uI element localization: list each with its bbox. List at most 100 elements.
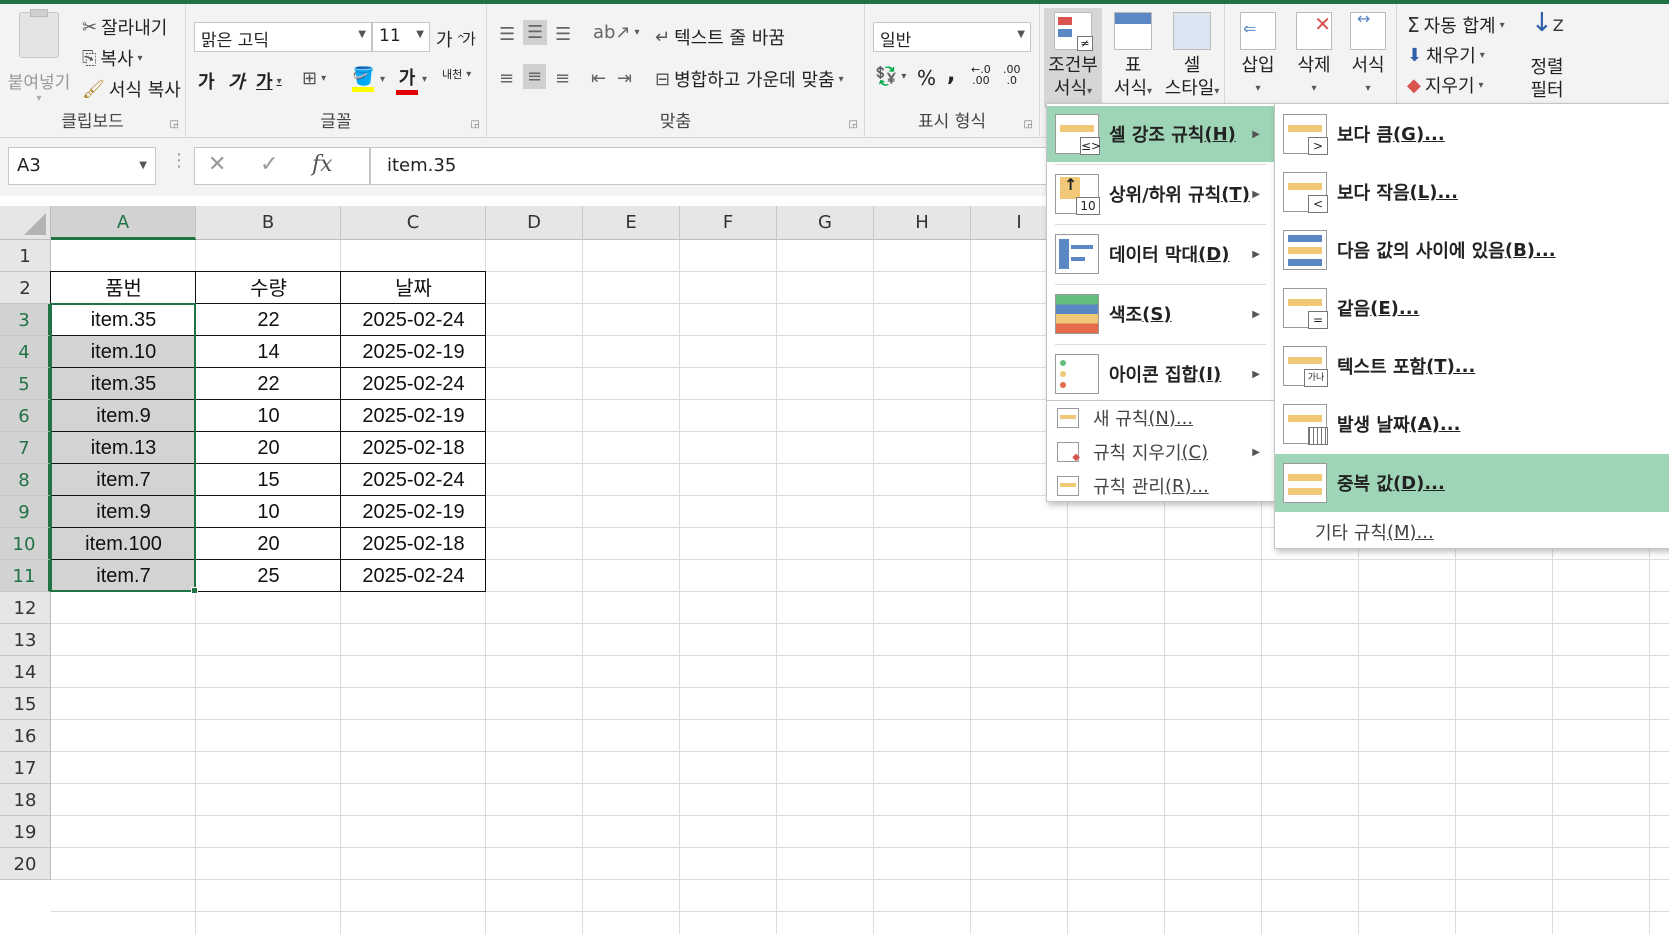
increase-decimal-button[interactable]: ←.0.00 bbox=[971, 64, 991, 86]
row-header-6[interactable]: 6 bbox=[0, 400, 51, 432]
table-cell[interactable]: item.7 bbox=[51, 464, 196, 496]
row-header-13[interactable]: 13 bbox=[0, 624, 51, 656]
shrink-font-button[interactable]: 가 bbox=[462, 28, 476, 49]
menu-item-greater-than[interactable]: > 보다 큼 (G)... bbox=[1275, 106, 1669, 162]
conditional-formatting-button[interactable]: ≠ 조건부 서식▾ bbox=[1044, 8, 1102, 108]
row-header-4[interactable]: 4 bbox=[0, 336, 51, 368]
row-header-3[interactable]: 3 bbox=[0, 304, 51, 336]
table-cell[interactable]: item.35 bbox=[51, 304, 196, 336]
fx-icon[interactable]: fx bbox=[312, 152, 333, 177]
table-cell[interactable]: 2025-02-19 bbox=[341, 400, 486, 432]
row-header-7[interactable]: 7 bbox=[0, 432, 51, 464]
more-options-icon[interactable]: ⋮ bbox=[170, 150, 188, 171]
row-header-2[interactable]: 2 bbox=[0, 272, 51, 304]
alignment-launcher-icon[interactable]: ◲ bbox=[849, 119, 858, 130]
row-header-5[interactable]: 5 bbox=[0, 368, 51, 400]
align-right-button[interactable]: ≡ bbox=[555, 68, 570, 89]
table-cell[interactable]: item.13 bbox=[51, 432, 196, 464]
clipboard-launcher-icon[interactable]: ◲ bbox=[170, 119, 179, 130]
column-header-c[interactable]: C bbox=[341, 206, 486, 240]
menu-item-highlight-cells-rules[interactable]: ≤> 셀 강조 규칙 (H) ▶ bbox=[1047, 106, 1274, 162]
decrease-decimal-button[interactable]: .00.0 bbox=[1003, 64, 1021, 86]
font-size-select[interactable]: 11 ▼ bbox=[372, 22, 430, 52]
check-icon[interactable]: ✓ bbox=[260, 152, 278, 177]
table-cell[interactable]: item.7 bbox=[51, 560, 196, 592]
column-header-e[interactable]: E bbox=[583, 206, 680, 240]
menu-item-less-than[interactable]: < 보다 작음 (L)... bbox=[1275, 164, 1669, 220]
table-cell[interactable]: 2025-02-24 bbox=[341, 304, 486, 336]
fill-button[interactable]: ⬇ 채우기 ▾ bbox=[1407, 42, 1485, 68]
table-cell[interactable]: 22 bbox=[196, 368, 341, 400]
table-cell[interactable]: 2025-02-24 bbox=[341, 368, 486, 400]
menu-item-color-scales[interactable]: 색조 (S) ▶ bbox=[1047, 286, 1274, 342]
table-header-cell[interactable]: 수량 bbox=[196, 272, 341, 304]
row-header-12[interactable]: 12 bbox=[0, 592, 51, 624]
table-cell[interactable]: 20 bbox=[196, 432, 341, 464]
table-cell[interactable]: 2025-02-19 bbox=[341, 496, 486, 528]
table-cell[interactable]: 2025-02-24 bbox=[341, 560, 486, 592]
table-cell[interactable]: 2025-02-18 bbox=[341, 432, 486, 464]
row-header-17[interactable]: 17 bbox=[0, 752, 51, 784]
font-color-button[interactable]: 가 bbox=[396, 64, 418, 95]
align-top-button[interactable]: ☰ bbox=[499, 24, 515, 45]
table-cell[interactable]: 22 bbox=[196, 304, 341, 336]
menu-item-duplicate-values[interactable]: 중복 값 (D)... bbox=[1275, 454, 1669, 512]
cut-button[interactable]: ✂ 잘라내기 bbox=[82, 14, 167, 40]
row-header-1[interactable]: 1 bbox=[0, 240, 51, 272]
table-cell[interactable]: 10 bbox=[196, 496, 341, 528]
menu-item-more-rules[interactable]: 기타 규칙 (M)... bbox=[1275, 516, 1669, 548]
paste-button[interactable]: 붙여넣기 ▾ bbox=[6, 9, 72, 104]
orientation-button[interactable]: ab↗ ▾ bbox=[593, 22, 640, 43]
table-header-cell[interactable]: 품번 bbox=[51, 272, 196, 304]
table-cell[interactable]: 20 bbox=[196, 528, 341, 560]
comma-button[interactable]: , bbox=[947, 62, 955, 87]
row-header-19[interactable]: 19 bbox=[0, 816, 51, 848]
table-cell[interactable]: item.35 bbox=[51, 368, 196, 400]
align-center-button[interactable]: ≡ bbox=[523, 64, 547, 89]
menu-item-equal-to[interactable]: = 같음 (E)... bbox=[1275, 280, 1669, 336]
format-cells-button[interactable]: ↔ 서식 ▾ bbox=[1341, 9, 1395, 100]
select-all-corner[interactable] bbox=[0, 206, 51, 240]
align-left-button[interactable]: ≡ bbox=[499, 68, 514, 89]
menu-item-manage-rules[interactable]: 규칙 관리 (R)... bbox=[1047, 470, 1274, 502]
menu-item-data-bars[interactable]: 데이터 막대 (D) ▶ bbox=[1047, 226, 1274, 282]
row-header-8[interactable]: 8 bbox=[0, 464, 51, 496]
delete-cells-button[interactable]: ✕ 삭제 ▾ bbox=[1287, 12, 1341, 100]
fill-color-button[interactable]: 🪣 bbox=[352, 66, 374, 92]
menu-item-icon-sets[interactable]: 아이콘 집합 (I) ▶ bbox=[1047, 346, 1274, 402]
table-cell[interactable]: item.9 bbox=[51, 496, 196, 528]
table-header-cell[interactable]: 날짜 bbox=[341, 272, 486, 304]
table-cell[interactable]: 2025-02-24 bbox=[341, 464, 486, 496]
number-format-select[interactable]: 일반 ▼ bbox=[873, 22, 1031, 52]
align-middle-button[interactable]: ☰ bbox=[523, 20, 548, 45]
format-painter-button[interactable]: 🖌 서식 복사 bbox=[82, 76, 181, 102]
row-header-10[interactable]: 10 bbox=[0, 528, 51, 560]
column-header-f[interactable]: F bbox=[680, 206, 777, 240]
row-header-11[interactable]: 11 bbox=[0, 560, 51, 592]
fill-handle[interactable] bbox=[191, 587, 198, 594]
merge-center-button[interactable]: ⊟ 병합하고 가운데 맞춤 ▾ bbox=[655, 66, 844, 92]
column-header-h[interactable]: H bbox=[874, 206, 971, 240]
table-cell[interactable]: 14 bbox=[196, 336, 341, 368]
row-header-9[interactable]: 9 bbox=[0, 496, 51, 528]
format-as-table-button[interactable]: 표 서식▾ bbox=[1106, 12, 1160, 103]
table-cell[interactable]: 2025-02-18 bbox=[341, 528, 486, 560]
accounting-button[interactable]: 💱 ▾ bbox=[875, 66, 906, 87]
border-button[interactable]: ⊞ ▾ bbox=[302, 68, 326, 89]
clear-button[interactable]: ◆ 지우기 ▾ bbox=[1407, 72, 1484, 98]
sort-filter-button[interactable]: ↓Z 정렬 필터 bbox=[1521, 10, 1573, 102]
increase-indent-button[interactable]: ⇥ bbox=[617, 68, 632, 89]
copy-button[interactable]: ⎘ 복사 ▾ bbox=[82, 45, 143, 71]
row-header-18[interactable]: 18 bbox=[0, 784, 51, 816]
italic-button[interactable]: 가 bbox=[228, 68, 245, 94]
menu-item-text-contains[interactable]: 가나 텍스트 포함 (T)... bbox=[1275, 338, 1669, 394]
percent-button[interactable]: % bbox=[917, 66, 936, 90]
cell-styles-button[interactable]: 셀 스타일▾ bbox=[1160, 12, 1224, 103]
row-header-16[interactable]: 16 bbox=[0, 720, 51, 752]
menu-item-new-rule[interactable]: 새 규칙 (N)... bbox=[1047, 402, 1274, 434]
menu-item-top-bottom-rules[interactable]: ↑ 10 상위/하위 규칙 (T) ▶ bbox=[1047, 166, 1274, 222]
underline-button[interactable]: 가 ▾ bbox=[256, 68, 282, 94]
font-name-select[interactable]: 맑은 고딕 ▼ bbox=[194, 22, 372, 52]
column-header-g[interactable]: G bbox=[777, 206, 874, 240]
row-header-20[interactable]: 20 bbox=[0, 848, 51, 880]
